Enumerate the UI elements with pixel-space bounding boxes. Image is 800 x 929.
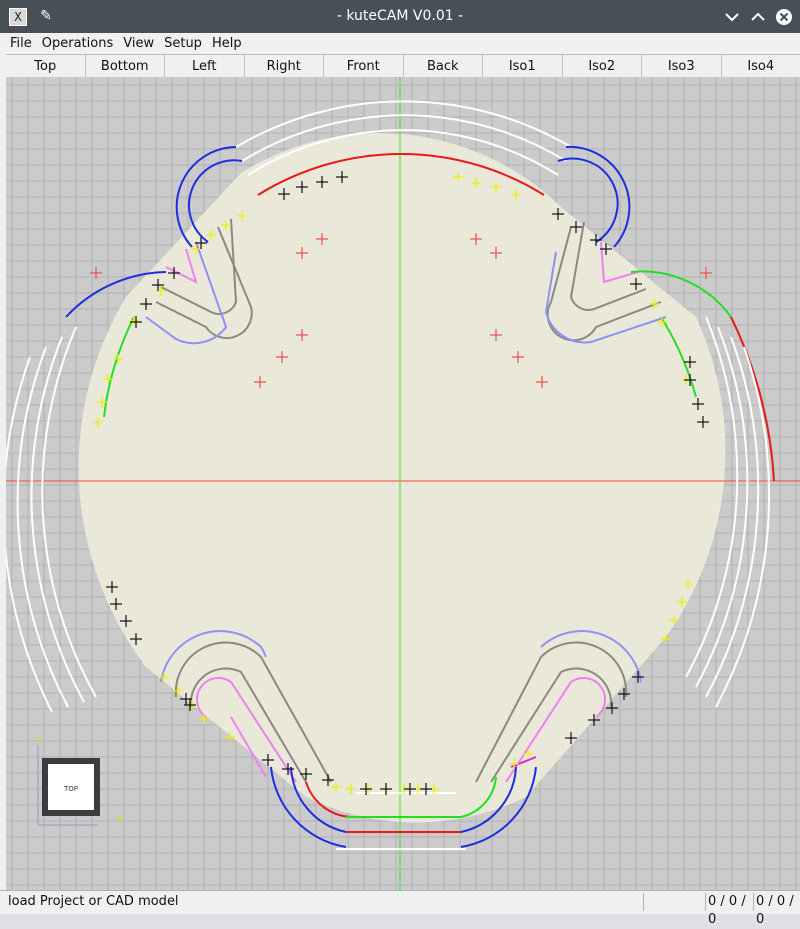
view-iso3-button[interactable]: Iso3 xyxy=(642,55,722,78)
cube-x-label: X xyxy=(116,815,122,825)
window-title: - kuteCAM V0.01 - xyxy=(0,0,800,33)
view-front-button[interactable]: Front xyxy=(324,55,404,78)
view-iso1-button[interactable]: Iso1 xyxy=(483,55,563,78)
title-bar: X ✎ - kuteCAM V0.01 - xyxy=(0,0,800,33)
menu-setup[interactable]: Setup xyxy=(159,33,207,54)
view-cube[interactable]: TOP Y X xyxy=(35,737,122,825)
status-cell-2: 0 / 0 / 0 xyxy=(705,893,754,911)
close-icon[interactable] xyxy=(774,7,794,27)
status-cell-3: 0 / 0 / 0 xyxy=(753,893,800,911)
minimize-icon[interactable] xyxy=(722,7,742,27)
maximize-icon[interactable] xyxy=(748,7,768,27)
menu-file[interactable]: File xyxy=(0,33,37,54)
status-cell-1 xyxy=(643,893,706,911)
view-top-button[interactable]: Top xyxy=(6,55,86,78)
view-toolbar: Top Bottom Left Right Front Back Iso1 Is… xyxy=(6,54,800,79)
view-iso4-button[interactable]: Iso4 xyxy=(722,55,800,78)
toolpath-canvas[interactable]: TOP Y X xyxy=(6,77,800,890)
view-left-button[interactable]: Left xyxy=(165,55,245,78)
part-outline xyxy=(79,133,726,822)
status-bar: load Project or CAD model 0 / 0 / 0 0 / … xyxy=(0,890,800,914)
cube-face-label: TOP xyxy=(63,785,78,793)
view-back-button[interactable]: Back xyxy=(404,55,484,78)
cube-y-label: Y xyxy=(35,737,42,747)
menu-operations[interactable]: Operations xyxy=(37,33,118,54)
menu-help[interactable]: Help xyxy=(207,33,247,54)
black-marker xyxy=(606,702,618,714)
view-iso2-button[interactable]: Iso2 xyxy=(563,55,643,78)
menu-view[interactable]: View xyxy=(118,33,159,54)
view-right-button[interactable]: Right xyxy=(245,55,325,78)
menu-bar: FileOperationsViewSetupHelp xyxy=(0,33,800,54)
status-message: load Project or CAD model xyxy=(8,891,179,913)
view-bottom-button[interactable]: Bottom xyxy=(86,55,166,78)
cad-viewport[interactable]: TOP Y X xyxy=(6,77,800,890)
